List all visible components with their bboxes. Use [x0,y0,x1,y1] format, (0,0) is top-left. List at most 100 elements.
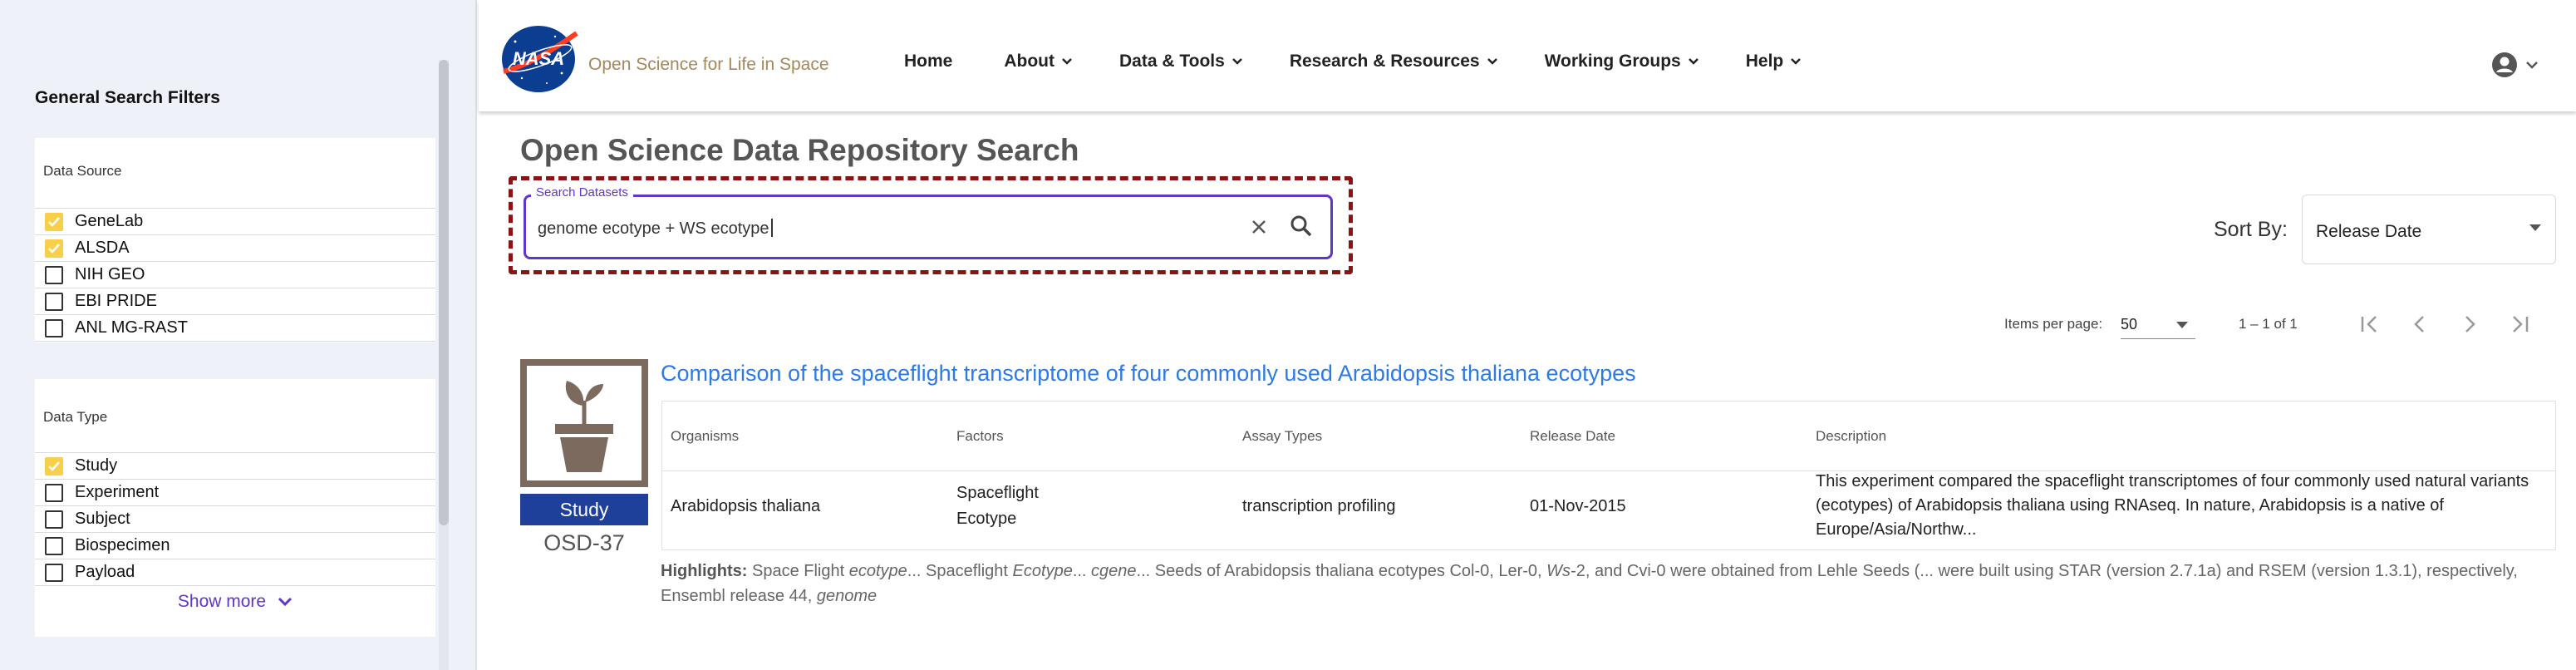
cell-factor-2: Ecotype [956,510,1017,528]
checkbox-ebi-pride[interactable] [45,292,63,311]
cell-release-date: 01-Nov-2015 [1530,497,1626,515]
checkbox-subject[interactable] [45,510,63,529]
nav-label: Research & Resources [1289,52,1480,71]
chevron-right-icon [2465,316,2475,333]
filter-label: ALSDA [75,239,130,257]
prev-page-button[interactable] [2405,309,2435,339]
highlight-term: ecotype [848,562,907,580]
highlight-text: ... Seeds of Arabidopsis thaliana ecotyp… [1136,562,1547,580]
checkbox-experiment[interactable] [45,483,63,502]
filter-nih-geo[interactable]: NIH GEO [35,262,435,288]
sidebar-scrollbar-thumb[interactable] [439,60,449,525]
nav-data-tools[interactable]: Data & Tools [1119,52,1243,71]
nav-label: Home [904,52,953,71]
chevron-down-icon [1231,58,1242,65]
result-details-table: Organisms Factors Assay Types Release Da… [661,401,2556,550]
filter-payload[interactable]: Payload [35,559,435,586]
study-thumbnail[interactable] [520,359,648,487]
filter-alsda[interactable]: ALSDA [35,235,435,262]
plant-pot-icon [555,381,613,472]
sort-select[interactable]: Release Date [2302,195,2556,264]
chevron-down-icon [1487,58,1497,65]
filter-biospecimen[interactable]: Biospecimen [35,533,435,559]
highlights-label: Highlights: [661,562,748,580]
main-nav: Home About Data & Tools Research & Resou… [904,52,1848,71]
filter-study[interactable]: Study [35,453,435,480]
cell-factor-1: Spaceflight [956,484,1039,502]
filter-label: Subject [75,510,130,528]
header-factors: Factors [956,428,1004,444]
brand-name[interactable]: Open Science for Life in Space [588,55,829,75]
data-source-title: Data Source [43,163,122,179]
chevron-down-icon [1688,58,1698,65]
show-more-label: Show more [177,592,267,611]
first-page-icon [2361,316,2377,333]
highlight-text: Space Flight [747,562,849,580]
checkbox-genelab[interactable] [45,212,63,231]
nav-label: Help [1745,52,1784,71]
filter-label: ANL MG-RAST [75,318,188,337]
chevron-left-icon [2414,316,2424,333]
data-type-title: Data Type [43,409,108,425]
filter-genelab[interactable]: GeneLab [35,209,435,235]
data-type-filter: Data Type Study Experiment Subject Biosp… [35,379,435,637]
result-title-link[interactable]: Comparison of the spaceflight transcript… [661,361,1636,387]
filter-label: Payload [75,563,135,581]
nav-research-resources[interactable]: Research & Resources [1290,52,1498,71]
checkbox-alsda[interactable] [45,239,63,258]
chevron-down-icon [1791,58,1802,65]
checkbox-biospecimen[interactable] [45,536,63,555]
account-menu[interactable] [2491,52,2539,78]
search-input[interactable]: genome ecotype + WS ecotype [538,219,773,239]
svg-text:NASA: NASA [513,48,564,69]
show-more-button[interactable]: Show more [35,592,435,612]
filter-experiment[interactable]: Experiment [35,480,435,506]
checkbox-anl-mg-rast[interactable] [45,318,63,337]
header-release-date: Release Date [1530,428,1616,444]
page-range: 1 – 1 of 1 [2239,316,2298,332]
chevron-down-icon [278,597,293,607]
filter-ebi-pride[interactable]: EBI PRIDE [35,288,435,315]
nasa-logo-icon[interactable]: NASA [497,23,580,95]
chevron-down-icon [1062,58,1072,65]
filter-label: Biospecimen [75,536,170,554]
dropdown-arrow-icon [2529,224,2541,231]
nav-label: Working Groups [1544,52,1681,71]
dataset-id: OSD-37 [543,530,625,555]
filter-label: NIH GEO [75,265,145,283]
account-circle-icon [2492,52,2517,77]
search-input-text: genome ecotype + WS ecotype [538,219,769,238]
close-icon[interactable] [1246,214,1272,240]
highlight-term: genome [816,587,878,605]
nav-label: Data & Tools [1119,52,1225,71]
search-icon[interactable] [1287,212,1315,240]
highlight-term: Ecotype [1012,562,1073,580]
search-field[interactable]: Search Datasets genome ecotype + WS ecot… [524,185,1333,259]
chevron-down-icon [2526,62,2538,69]
header-description: Description [1816,428,1887,444]
data-type-badge: Study [520,494,648,525]
items-per-page-select[interactable]: 50 [2121,309,2195,339]
nav-about[interactable]: About [1004,52,1073,71]
header-organisms: Organisms [671,428,740,444]
text-cursor [770,219,773,237]
highlight-term: Ws [1546,562,1571,580]
checkbox-nih-geo[interactable] [45,265,63,284]
nav-working-groups[interactable]: Working Groups [1545,52,1699,71]
filter-label: EBI PRIDE [75,292,157,310]
last-page-button[interactable] [2505,309,2534,339]
nav-home[interactable]: Home [904,52,952,71]
filter-label: Experiment [75,483,160,501]
next-page-button[interactable] [2455,309,2485,339]
cell-description: This experiment compared the spaceflight… [1816,472,2529,539]
page-title: Open Science Data Repository Search [520,133,1079,167]
nav-help[interactable]: Help [1746,52,1802,71]
items-per-page-label: Items per page: [2004,316,2103,332]
filter-anl-mg-rast[interactable]: ANL MG-RAST [35,315,435,342]
filter-label: Study [75,456,118,475]
checkbox-study[interactable] [45,456,63,475]
checkbox-payload[interactable] [45,563,63,582]
filter-subject[interactable]: Subject [35,506,435,533]
first-page-button[interactable] [2355,309,2385,339]
last-page-icon [2513,316,2529,333]
